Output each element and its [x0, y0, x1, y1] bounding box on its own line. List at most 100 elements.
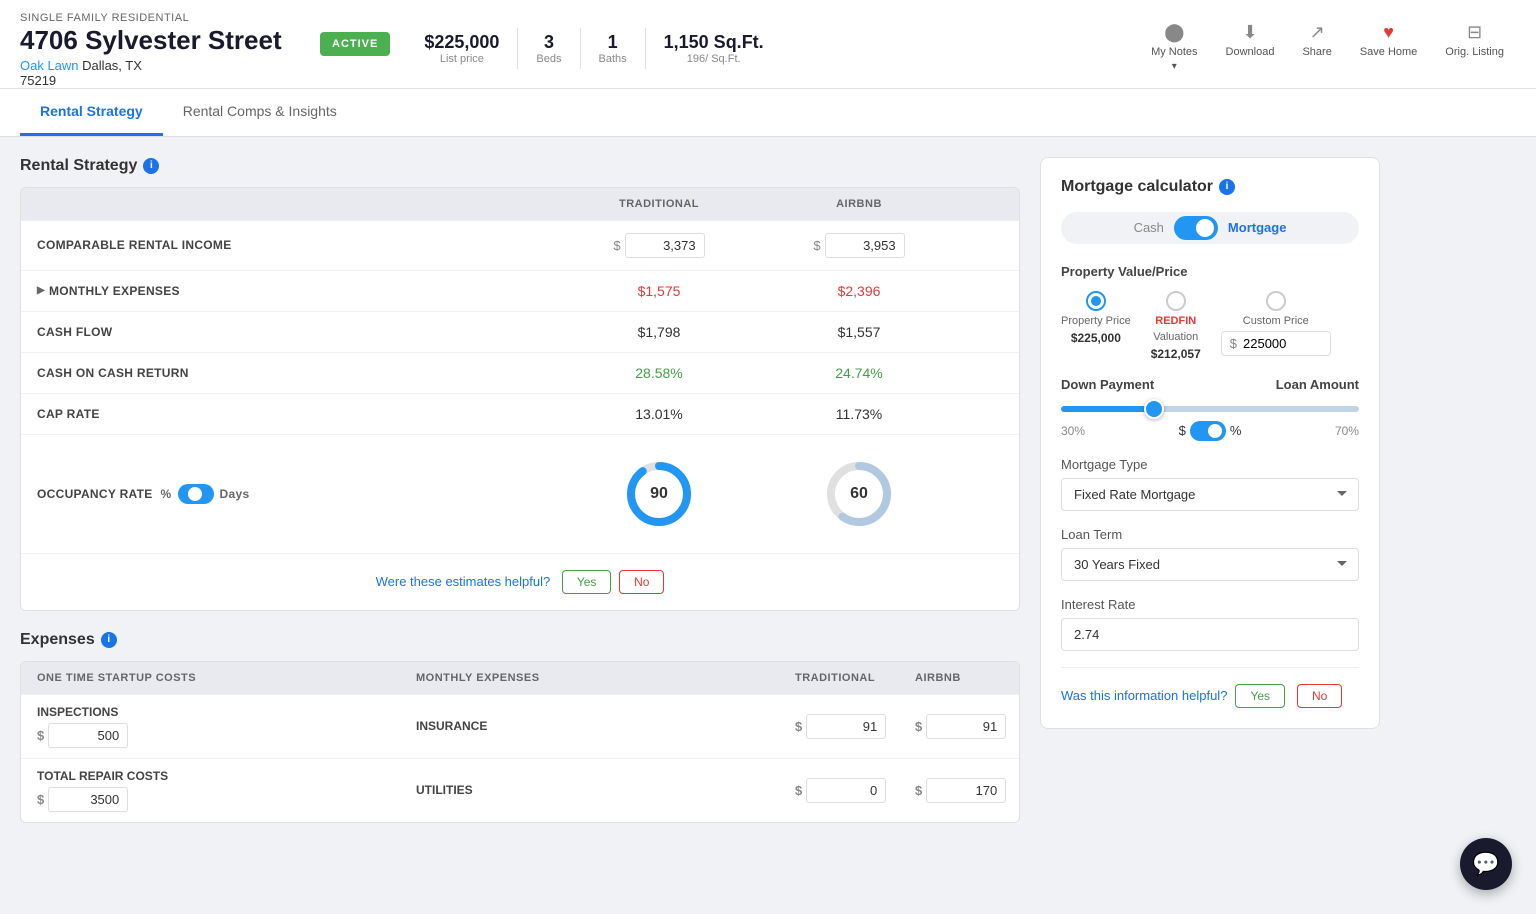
mortgage-info-icon[interactable]: i [1219, 179, 1235, 195]
occupancy-traditional-value: 90 [650, 485, 668, 503]
col-header-empty [21, 188, 559, 220]
helpful-text: Were these estimates helpful? [376, 574, 551, 589]
expenses-airbnb: $2,396 [759, 271, 959, 311]
mortgage-type-select[interactable]: Fixed Rate Mortgage Adjustable Rate Mort… [1061, 478, 1359, 511]
status-badge: ACTIVE [320, 32, 390, 56]
caprate-airbnb: 11.73% [759, 394, 959, 434]
expenses-traditional: $1,575 [559, 271, 759, 311]
loan-amount-label: Loan Amount [1276, 377, 1359, 392]
left-panel: Rental Strategy i TRADITIONAL AIRBNB COM… [20, 157, 1020, 823]
interest-rate-group: Interest Rate [1061, 597, 1359, 651]
table-row-coc: CASH ON CASH RETURN 28.58% 24.74% [21, 352, 1019, 393]
download-icon: ⬇ [1242, 22, 1257, 43]
caprate-traditional: 13.01% [559, 394, 759, 434]
dollar-insurance-airbnb: $ [915, 719, 922, 734]
occupancy-extra [959, 482, 1019, 506]
table-row-expenses: ▶ MONTHLY EXPENSES $1,575 $2,396 [21, 270, 1019, 311]
custom-price-input-row: $ [1221, 331, 1331, 356]
table-row-caprate: CAP RATE 13.01% 11.73% [21, 393, 1019, 434]
occupancy-airbnb-value: 60 [850, 485, 868, 503]
redfin-valuation-option[interactable]: REDFIN Valuation $212,057 [1151, 291, 1201, 361]
tab-rental-strategy[interactable]: Rental Strategy [20, 89, 163, 136]
property-location: Oak Lawn Dallas, TX [20, 58, 300, 73]
share-button[interactable]: ↗ Share [1290, 16, 1343, 64]
save-home-label: Save Home [1360, 46, 1417, 58]
mortgage-helpful-text: Was this information helpful? [1061, 688, 1227, 703]
utilities-airbnb-input[interactable] [926, 778, 1006, 803]
orig-listing-button[interactable]: ⊟ Orig. Listing [1433, 16, 1516, 64]
exp-traditional-1: $ [779, 704, 899, 749]
income-label: COMPARABLE RENTAL INCOME [21, 226, 559, 264]
custom-price-option[interactable]: Custom Price $ [1221, 291, 1331, 361]
loan-term-label: Loan Term [1061, 527, 1359, 542]
listing-icon: ⊟ [1467, 22, 1482, 43]
redfin-valuation-radio[interactable] [1166, 291, 1186, 311]
down-payment-section: Down Payment Loan Amount 30% $ % 70% [1061, 377, 1359, 441]
custom-price-radio[interactable] [1266, 291, 1286, 311]
baths-label: Baths [599, 53, 627, 65]
property-price-option[interactable]: Property Price $225,000 [1061, 291, 1131, 361]
custom-price-input[interactable] [1243, 336, 1323, 351]
save-home-button[interactable]: ♥ Save Home [1348, 16, 1429, 64]
table-row-cashflow: CASH FLOW $1,798 $1,557 [21, 311, 1019, 352]
dollar-repair: $ [37, 792, 44, 807]
income-airbnb-input[interactable] [825, 233, 905, 258]
cashflow-airbnb: $1,557 [759, 312, 959, 352]
loan-term-select[interactable]: 30 Years Fixed 15 Years Fixed 20 Years F… [1061, 548, 1359, 581]
dollar-unit: $ [1179, 423, 1186, 438]
mortgage-no-button[interactable]: No [1297, 684, 1342, 708]
slider-max-pct: 70% [1335, 424, 1359, 438]
repair-input[interactable] [48, 787, 128, 812]
insurance-traditional-input[interactable] [806, 714, 886, 739]
unit-toggle[interactable] [1190, 421, 1226, 441]
mortgage-yes-button[interactable]: Yes [1235, 684, 1285, 708]
rental-strategy-info-icon[interactable]: i [143, 158, 159, 174]
slider-values: 30% $ % 70% [1061, 421, 1359, 441]
insurance-airbnb-input[interactable] [926, 714, 1006, 739]
pct-unit: % [1230, 423, 1242, 438]
exp-monthly-label-1: INSURANCE [400, 709, 779, 743]
occupancy-toggle[interactable] [178, 484, 214, 504]
download-label: Download [1226, 46, 1275, 58]
cash-mortgage-toggle[interactable] [1174, 216, 1218, 240]
income-airbnb-cell: $ [759, 221, 959, 270]
property-value-title: Property Value/Price [1061, 264, 1359, 279]
interest-rate-input[interactable] [1061, 618, 1359, 651]
radio-dot-1 [1091, 296, 1101, 306]
redfin-icon-label: REDFIN [1155, 315, 1196, 327]
occupancy-toggle-group: % Days [161, 484, 250, 504]
property-price-radio[interactable] [1086, 291, 1106, 311]
down-payment-slider[interactable] [1061, 406, 1359, 412]
chat-button[interactable]: 💬 [1460, 838, 1512, 890]
helpful-yes-button[interactable]: Yes [562, 570, 612, 594]
table-row-income: COMPARABLE RENTAL INCOME $ $ [21, 220, 1019, 270]
baths-value: 1 [599, 32, 627, 53]
unit-toggle-group: $ % [1179, 421, 1242, 441]
tab-rental-comps[interactable]: Rental Comps & Insights [163, 89, 357, 136]
expenses-row-1: INSPECTIONS $ INSURANCE $ [21, 694, 1019, 758]
coc-airbnb: 24.74% [759, 353, 959, 393]
sqft-sub: 196/ Sq.Ft. [664, 53, 764, 65]
helpful-no-button[interactable]: No [619, 570, 664, 594]
exp-col-airbnb: AIRBNB [899, 662, 1019, 694]
occupancy-label: OCCUPANCY RATE % Days [21, 472, 559, 516]
exp-airbnb-1: $ [899, 704, 1019, 749]
share-label: Share [1302, 46, 1331, 58]
expenses-row-2: TOTAL REPAIR COSTS $ UTILITIES $ [21, 758, 1019, 822]
expand-arrow-icon[interactable]: ▶ [37, 285, 45, 296]
redfin-valuation-label: Valuation [1153, 331, 1198, 343]
heart-icon: ♥ [1383, 22, 1394, 43]
income-traditional-input[interactable] [625, 233, 705, 258]
dollar-sign-2: $ [813, 238, 820, 253]
expenses-info-icon[interactable]: i [101, 632, 117, 648]
list-price-stat: $225,000 List price [406, 28, 518, 69]
my-notes-button[interactable]: ⬤ My Notes ▾ [1139, 16, 1209, 78]
beds-stat: 3 Beds [518, 28, 580, 69]
share-icon: ↗ [1310, 22, 1325, 43]
download-button[interactable]: ⬇ Download [1214, 16, 1287, 64]
inspections-input[interactable] [48, 723, 128, 748]
orig-listing-label: Orig. Listing [1445, 46, 1504, 58]
interest-rate-label: Interest Rate [1061, 597, 1359, 612]
utilities-traditional-input[interactable] [806, 778, 886, 803]
exp-airbnb-2: $ [899, 768, 1019, 813]
